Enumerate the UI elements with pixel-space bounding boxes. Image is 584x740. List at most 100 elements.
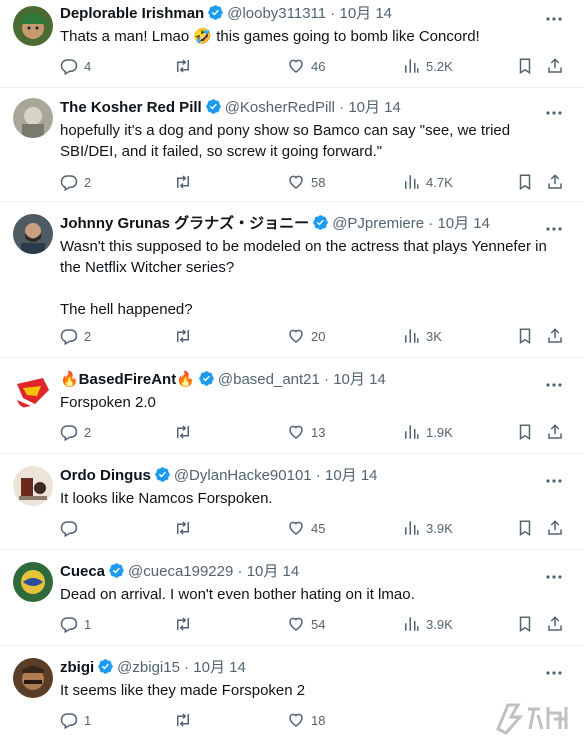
tweet-text: Forspoken 2.0 — [60, 394, 156, 411]
share-icon — [548, 520, 562, 535]
retweet-button[interactable] — [174, 518, 198, 538]
avatar[interactable] — [13, 466, 53, 506]
tweet[interactable]: Ordo Dingus @DylanHacke90101 · 10月 14 It … — [0, 454, 584, 550]
like-button[interactable]: 46 — [287, 56, 325, 76]
timestamp[interactable]: 10月 14 — [325, 467, 378, 484]
like-icon — [289, 713, 303, 727]
more-icon[interactable] — [546, 219, 562, 231]
display-name[interactable]: Ordo Dingus — [60, 467, 151, 484]
handle[interactable]: @DylanHacke90101 — [174, 467, 312, 484]
share-icon — [548, 174, 562, 189]
handle[interactable]: @based_ant21 — [218, 371, 320, 388]
reply-icon — [60, 713, 78, 729]
views-icon — [405, 617, 419, 631]
bookmark-button[interactable] — [516, 518, 534, 538]
timestamp[interactable]: 10月 14 — [247, 563, 300, 580]
views-button[interactable]: 4.7K — [402, 172, 453, 192]
bookmark-button[interactable] — [516, 422, 534, 442]
more-icon[interactable] — [546, 375, 562, 387]
bookmark-button[interactable] — [516, 172, 534, 192]
share-button[interactable] — [546, 172, 564, 192]
timestamp[interactable]: 10月 14 — [333, 371, 386, 388]
reply-button[interactable]: 1 — [60, 710, 91, 730]
share-button[interactable] — [546, 56, 564, 76]
like-button[interactable]: 54 — [287, 614, 325, 634]
tweet[interactable]: The Kosher Red Pill @KosherRedPill · 10月 … — [0, 88, 584, 202]
reply-button[interactable]: 1 — [60, 614, 91, 634]
bookmark-button[interactable] — [516, 614, 534, 634]
tweet[interactable]: zbigi @zbigi15 · 10月 14 It seems like the… — [0, 646, 584, 739]
more-icon[interactable] — [546, 663, 562, 675]
verified-badge-icon — [205, 98, 222, 121]
reply-button[interactable]: 2 — [60, 326, 91, 346]
like-button[interactable]: 45 — [287, 518, 325, 538]
share-button[interactable] — [546, 422, 564, 442]
watermark-logo — [494, 699, 576, 735]
like-button[interactable]: 58 — [287, 172, 325, 192]
tweet[interactable]: Cueca @cueca199229 · 10月 14 Dead on arriv… — [0, 550, 584, 646]
views-button[interactable]: 3K — [402, 326, 442, 346]
reply-icon — [60, 329, 78, 345]
action-bar: 45 3.9K — [60, 518, 564, 538]
verified-badge-icon — [97, 658, 114, 681]
display-name[interactable]: Cueca — [60, 563, 105, 580]
display-name[interactable]: The Kosher Red Pill — [60, 99, 202, 116]
bookmark-button[interactable] — [516, 326, 534, 346]
display-name[interactable]: Johnny Grunas グラナズ・ジョニー — [60, 215, 309, 232]
retweet-button[interactable] — [174, 172, 198, 192]
retweet-button[interactable] — [174, 710, 198, 730]
reply-button[interactable]: 2 — [60, 172, 91, 192]
retweet-button[interactable] — [174, 56, 198, 76]
timestamp[interactable]: 10月 14 — [348, 99, 401, 116]
like-button[interactable]: 18 — [287, 710, 325, 730]
display-name[interactable]: Deplorable Irishman — [60, 5, 204, 22]
views-button[interactable]: 3.9K — [402, 518, 453, 538]
more-icon[interactable] — [546, 567, 562, 579]
views-button[interactable]: 1.9K — [402, 422, 453, 442]
views-icon — [405, 175, 419, 189]
like-button[interactable]: 20 — [287, 326, 325, 346]
views-button[interactable]: 3.9K — [402, 614, 453, 634]
avatar[interactable] — [13, 98, 53, 138]
more-icon[interactable] — [546, 471, 562, 483]
retweet-icon — [177, 425, 189, 439]
avatar[interactable] — [13, 658, 53, 698]
retweet-icon — [177, 329, 189, 343]
reply-button[interactable]: 2 — [60, 422, 91, 442]
avatar[interactable] — [13, 214, 53, 254]
handle[interactable]: @cueca199229 — [128, 563, 233, 580]
handle[interactable]: @KosherRedPill — [225, 99, 335, 116]
timestamp[interactable]: 10月 14 — [339, 5, 392, 22]
display-name[interactable]: zbigi — [60, 659, 94, 676]
views-button[interactable]: 5.2K — [402, 56, 453, 76]
share-button[interactable] — [546, 614, 564, 634]
tweet[interactable]: 🔥BasedFireAnt🔥 @based_ant21 · 10月 14 Fors… — [0, 358, 584, 454]
reply-button[interactable]: 4 — [60, 56, 91, 76]
tweet[interactable]: Johnny Grunas グラナズ・ジョニー @PJpremiere · 10月… — [0, 202, 584, 358]
timestamp[interactable]: 10月 14 — [437, 215, 490, 232]
avatar[interactable] — [13, 370, 53, 410]
tweet[interactable]: Deplorable Irishman @looby311311 · 10月 14… — [0, 0, 584, 88]
more-icon[interactable] — [546, 9, 562, 21]
handle[interactable]: @PJpremiere — [332, 215, 424, 232]
verified-badge-icon — [198, 370, 215, 393]
reply-button[interactable] — [60, 518, 84, 538]
handle[interactable]: @looby311311 — [227, 5, 326, 22]
avatar[interactable] — [13, 562, 53, 602]
like-button[interactable]: 13 — [287, 422, 325, 442]
separator: · — [311, 467, 325, 484]
retweet-button[interactable] — [174, 422, 198, 442]
share-button[interactable] — [546, 518, 564, 538]
action-bar: 4 46 5.2K — [60, 56, 564, 76]
avatar[interactable] — [13, 6, 53, 46]
handle[interactable]: @zbigi15 — [117, 659, 180, 676]
timestamp[interactable]: 10月 14 — [193, 659, 246, 676]
separator: · — [319, 371, 334, 388]
bookmark-button[interactable] — [516, 56, 534, 76]
retweet-button[interactable] — [174, 614, 198, 634]
display-name[interactable]: 🔥BasedFireAnt🔥 — [60, 371, 195, 388]
more-icon[interactable] — [546, 103, 562, 115]
retweet-button[interactable] — [174, 326, 198, 346]
share-button[interactable] — [546, 326, 564, 346]
action-bar: 2 58 4.7K — [60, 172, 564, 192]
